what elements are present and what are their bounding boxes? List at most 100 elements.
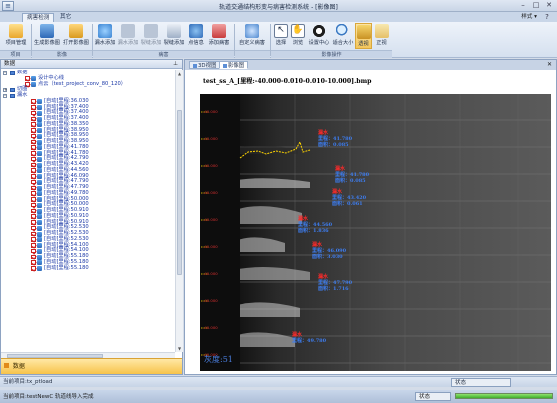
image-title: test_ss_A_[里程:-40.000-0.010-0.010-10.000…: [203, 78, 372, 85]
disease-annotation[interactable]: 漏水 里程：49.780: [292, 332, 326, 344]
tab-image-view[interactable]: 影像图: [219, 61, 249, 69]
checkbox[interactable]: [31, 225, 36, 231]
help-icon[interactable]: ?: [541, 13, 553, 22]
pin-icon[interactable]: ⊥: [173, 60, 178, 69]
checkbox[interactable]: [31, 220, 36, 225]
checkbox[interactable]: [31, 133, 36, 139]
scroll-thumb[interactable]: [177, 110, 182, 275]
tunnel-scan-image[interactable]: -40.000 -40.000 -40.000 -40.000 -40.000 -40.0…: [200, 94, 551, 371]
disease-annotation[interactable]: 漏水 里程：47.790 面积：1.716: [318, 274, 352, 292]
checkbox[interactable]: [31, 116, 36, 122]
close-doc-icon[interactable]: ✕: [547, 61, 552, 68]
tab-disease-detection[interactable]: 病害检测: [22, 13, 55, 22]
fit-size-button[interactable]: 适合大小: [332, 23, 354, 49]
expand-icon[interactable]: +: [3, 88, 7, 93]
point-info-button[interactable]: 点信息: [186, 23, 206, 49]
crack-add-button-2[interactable]: 裂缝添加: [163, 23, 185, 49]
checkbox[interactable]: [31, 168, 36, 173]
item-icon: [37, 197, 42, 202]
gray-level-readout: 灰度:51: [204, 355, 233, 364]
checkbox[interactable]: [31, 162, 36, 168]
leak-add-button-2[interactable]: 漏水添加: [117, 23, 139, 49]
disease-annotation[interactable]: 漏水 里程：41.780 面积：0.085: [335, 166, 369, 184]
checkbox[interactable]: [31, 254, 36, 260]
add-disease-icon: [212, 24, 226, 38]
item-icon: [37, 156, 42, 162]
settings-center-button[interactable]: 设置中心: [307, 23, 331, 49]
image-canvas[interactable]: test_ss_A_[里程:-40.000-0.010-0.010-10.000…: [185, 70, 556, 374]
item-icon: [37, 133, 42, 139]
close-icon[interactable]: ✕: [543, 1, 555, 10]
minimize-icon[interactable]: –: [517, 1, 529, 10]
crack-add-button[interactable]: 裂缝添加: [140, 23, 162, 49]
scroll-up-icon[interactable]: ▲: [176, 70, 183, 77]
item-icon: [37, 248, 42, 254]
disease-annotation[interactable]: 漏水 里程：41.780 面积：0.085: [318, 130, 352, 148]
checkbox[interactable]: [31, 151, 36, 156]
perspective-icon: [356, 25, 371, 39]
tree-vertical-scrollbar[interactable]: ▲ ▼: [175, 70, 183, 352]
item-icon: [37, 122, 42, 128]
checkbox[interactable]: [31, 174, 36, 179]
front-view-button[interactable]: 正视: [373, 23, 390, 49]
tab-3d-view[interactable]: 3D视图: [189, 61, 221, 69]
custom-disease-button[interactable]: 自定义病害: [237, 23, 267, 49]
checkbox[interactable]: [31, 191, 36, 196]
checkbox[interactable]: [31, 99, 36, 104]
tab-other[interactable]: 其它: [56, 13, 75, 22]
settings-center-icon: [312, 24, 326, 38]
checkbox[interactable]: [31, 260, 36, 265]
item-icon: [37, 202, 42, 208]
select-button[interactable]: ↖ 选择: [273, 23, 289, 49]
item-icon: [37, 243, 42, 248]
mileage-tick-label: -40.000: [203, 190, 218, 195]
browse-button[interactable]: ✋ 浏览: [290, 23, 306, 49]
checkbox[interactable]: [31, 156, 36, 162]
leak-add-button[interactable]: 漏水添加: [94, 23, 116, 49]
add-disease-button[interactable]: 添加病害: [207, 23, 231, 49]
checkbox[interactable]: [31, 145, 36, 150]
checkbox[interactable]: [31, 237, 36, 242]
expand-icon[interactable]: –: [3, 94, 7, 98]
project-manage-button[interactable]: 项目管理: [3, 23, 29, 49]
mileage-tick-label: -40.000: [203, 136, 218, 141]
point-info-icon: [189, 24, 203, 38]
checkbox[interactable]: [31, 243, 36, 248]
progress-fill: [456, 394, 552, 398]
checkbox[interactable]: [31, 128, 36, 133]
disease-annotation[interactable]: 漏水 里程：43.420 面积：0.061: [332, 189, 366, 207]
tree-leak-item[interactable]: [自动]里程:55.180: [1, 264, 175, 272]
group-label-image-ops: 影像操作: [271, 50, 392, 58]
checkbox[interactable]: [31, 231, 36, 237]
styles-menu[interactable]: 样式 ▾: [521, 13, 537, 22]
scroll-down-icon[interactable]: ▼: [176, 345, 183, 352]
checkbox[interactable]: [31, 122, 36, 127]
generate-image-button[interactable]: 生成影像图: [33, 23, 61, 49]
checkbox[interactable]: [31, 248, 36, 254]
expand-icon[interactable]: –: [3, 71, 7, 75]
data-dock-tab[interactable]: 数据: [1, 358, 182, 374]
checkbox[interactable]: [31, 185, 36, 191]
disease-annotation[interactable]: 漏水 里程：46.090 面积：3.030: [312, 242, 346, 260]
disease-annotation[interactable]: 漏水 里程：44.560 面积：1.836: [298, 216, 332, 234]
item-icon: [37, 116, 42, 122]
project-icon: [9, 24, 23, 38]
checkbox[interactable]: [31, 197, 36, 202]
checkbox[interactable]: [31, 105, 36, 110]
checkbox[interactable]: [31, 214, 36, 219]
checkbox[interactable]: [31, 179, 36, 185]
checkbox[interactable]: [31, 202, 36, 208]
checkbox[interactable]: [25, 76, 30, 81]
checkbox[interactable]: [31, 110, 36, 116]
mileage-tick-label: -40.000: [203, 325, 218, 330]
checkbox[interactable]: [31, 266, 36, 271]
tree-item-label: [自动]里程:55.180: [44, 264, 89, 271]
item-icon: [37, 168, 42, 174]
open-image-button[interactable]: 打开影像图: [62, 23, 90, 49]
checkbox[interactable]: [31, 139, 36, 145]
perspective-button[interactable]: 透视: [355, 23, 372, 49]
mileage-tick-label: -40.000: [203, 271, 218, 276]
maximize-icon[interactable]: □: [530, 1, 542, 10]
hscroll-thumb[interactable]: [7, 354, 103, 358]
checkbox[interactable]: [31, 208, 36, 214]
